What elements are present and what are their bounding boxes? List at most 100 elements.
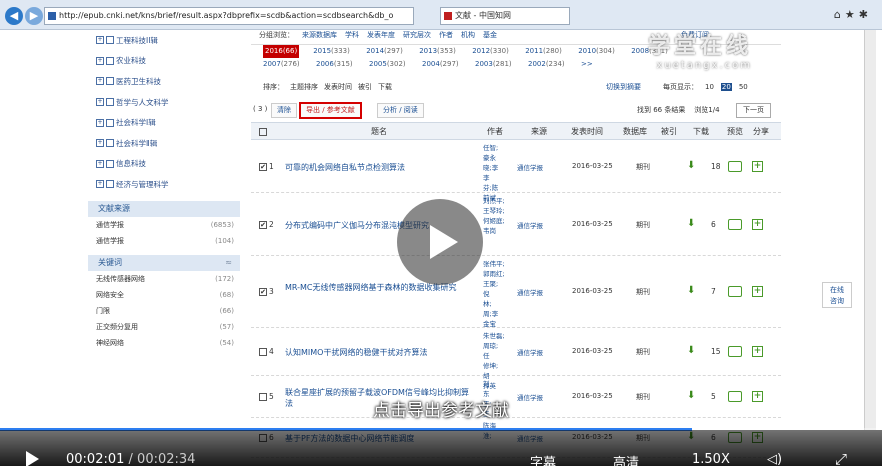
keyword-item[interactable]: 神经网络 (54) xyxy=(88,335,240,351)
expand-box-icon[interactable]: + xyxy=(96,56,104,65)
category-item[interactable]: + 经济与管理科学 xyxy=(88,174,240,195)
keyword-item[interactable]: 门限 (66) xyxy=(88,303,240,319)
filter-tab[interactable]: 学科 xyxy=(345,31,359,39)
row-checkbox[interactable]: ✔ xyxy=(259,163,267,171)
star-icon[interactable]: ★ xyxy=(845,8,859,21)
author-link[interactable]: 刘杰平; xyxy=(483,196,509,206)
year-link[interactable]: >> xyxy=(581,58,634,71)
fullscreen-icon[interactable]: ⤢ xyxy=(835,450,847,466)
year-link[interactable]: 2010(304) xyxy=(578,45,631,58)
source-link[interactable]: 通信学报 xyxy=(517,220,543,230)
play-overlay-button[interactable] xyxy=(397,199,483,285)
author-link[interactable]: 郭雨红; xyxy=(483,269,509,279)
author-link[interactable]: 倪 xyxy=(483,289,509,299)
filter-tab[interactable]: 研究层次 xyxy=(403,31,431,39)
quality-button[interactable]: 高清 xyxy=(613,452,639,466)
year-link[interactable]: 2004(297) xyxy=(422,58,475,71)
page-size-option[interactable]: 20 xyxy=(720,83,732,91)
year-link[interactable]: 2016(66) xyxy=(263,45,300,58)
col-title[interactable]: 题名 xyxy=(371,126,387,137)
expand-box-icon[interactable]: + xyxy=(96,36,104,45)
col-date[interactable]: 发表时间 xyxy=(571,126,603,137)
category-checkbox[interactable] xyxy=(106,56,114,65)
source-link[interactable]: 通信学报 xyxy=(517,347,543,357)
year-link[interactable]: 2006(315) xyxy=(316,58,369,71)
expand-box-icon[interactable]: + xyxy=(96,180,104,189)
expand-box-icon[interactable]: + xyxy=(96,98,104,107)
sources-panel-header[interactable]: 文献来源 xyxy=(88,200,240,217)
year-link[interactable]: 2011(280) xyxy=(525,45,578,58)
expand-box-icon[interactable]: + xyxy=(96,77,104,86)
keyword-item[interactable]: 正交频分复用 (57) xyxy=(88,319,240,335)
category-item[interactable]: + 农业科技 xyxy=(88,51,240,72)
category-item[interactable]: + 社会科学Ⅱ辑 xyxy=(88,133,240,154)
row-checkbox[interactable] xyxy=(259,348,267,356)
author-link[interactable]: 刘 xyxy=(483,379,509,389)
category-checkbox[interactable] xyxy=(106,180,114,189)
gear-icon[interactable]: ✱ xyxy=(859,8,872,21)
share-plus-icon[interactable]: + xyxy=(752,219,763,230)
category-checkbox[interactable] xyxy=(106,118,114,127)
download-icon[interactable]: ⬇ xyxy=(687,285,695,296)
expand-box-icon[interactable]: + xyxy=(96,118,104,127)
share-plus-icon[interactable]: + xyxy=(752,346,763,357)
filter-tab[interactable]: 机构 xyxy=(461,31,475,39)
author-link[interactable]: 芬;陈 xyxy=(483,183,509,193)
source-link[interactable]: 通信学报 xyxy=(517,162,543,172)
page-size-option[interactable]: 10 xyxy=(704,83,715,91)
filter-tab[interactable]: 来源数据库 xyxy=(302,31,337,39)
category-checkbox[interactable] xyxy=(106,98,114,107)
keyword-item[interactable]: 无线传感器网络 (172) xyxy=(88,271,240,287)
source-item[interactable]: 通信学报 (104) xyxy=(88,233,240,249)
preview-book-icon[interactable] xyxy=(728,286,742,297)
category-checkbox[interactable] xyxy=(106,36,114,45)
category-item[interactable]: + 工程科技II辑 xyxy=(88,30,240,51)
author-link[interactable]: 王琴玲; xyxy=(483,206,509,216)
share-plus-icon[interactable]: + xyxy=(752,286,763,297)
category-item[interactable]: + 哲学与人文科学 xyxy=(88,92,240,113)
keyword-item[interactable]: 网络安全 (68) xyxy=(88,287,240,303)
switch-summary-link[interactable]: 切换到摘要 xyxy=(606,83,641,91)
export-references-button[interactable]: 导出 / 参考文献 xyxy=(299,102,362,119)
back-icon[interactable]: ◀ xyxy=(5,7,23,25)
select-all-checkbox[interactable] xyxy=(259,128,267,136)
author-link[interactable]: 何姬庭; xyxy=(483,216,509,226)
source-item[interactable]: 通信学报 (6853) xyxy=(88,217,240,233)
year-link[interactable]: 2015(333) xyxy=(313,45,366,58)
forward-icon[interactable]: ▶ xyxy=(25,7,43,25)
volume-icon[interactable]: ◁) xyxy=(767,452,783,466)
expand-box-icon[interactable]: + xyxy=(96,139,104,148)
author-link[interactable]: 王聚; xyxy=(483,279,509,289)
share-plus-icon[interactable]: + xyxy=(752,161,763,172)
sort-option[interactable]: 主题排序 xyxy=(290,83,318,91)
author-link[interactable]: 任智; xyxy=(483,143,509,153)
sort-option[interactable]: 发表时间 xyxy=(324,83,352,91)
author-link[interactable]: 林; xyxy=(483,299,509,309)
col-download[interactable]: 下载 xyxy=(693,126,709,137)
sort-option[interactable]: 下载 xyxy=(378,83,392,91)
preview-book-icon[interactable] xyxy=(728,219,742,230)
download-icon[interactable]: ⬇ xyxy=(687,345,695,356)
year-link[interactable]: 2013(353) xyxy=(419,45,472,58)
author-link[interactable]: 朱世磊; xyxy=(483,331,509,341)
online-consult-button[interactable]: 在线 咨询 xyxy=(822,282,852,308)
browser-tab[interactable]: 文献 - 中国知网 xyxy=(440,7,570,25)
download-icon[interactable]: ⬇ xyxy=(687,160,695,171)
author-link[interactable]: 修坤; xyxy=(483,361,509,371)
sort-option[interactable]: 被引 xyxy=(358,83,372,91)
filter-tab[interactable]: 作者 xyxy=(439,31,453,39)
preview-book-icon[interactable] xyxy=(728,346,742,357)
page-scrollbar[interactable] xyxy=(864,30,876,430)
article-title-link[interactable]: 认知MIMO干扰网络的稳健干扰对齐算法 xyxy=(285,347,475,358)
author-link[interactable]: 周琼; xyxy=(483,341,509,351)
source-link[interactable]: 通信学报 xyxy=(517,287,543,297)
captions-button[interactable]: 字幕 xyxy=(530,452,556,466)
year-link[interactable]: 2007(276) xyxy=(263,58,316,71)
year-link[interactable]: 2002(234) xyxy=(528,58,581,71)
year-link[interactable]: 2003(281) xyxy=(475,58,528,71)
category-checkbox[interactable] xyxy=(106,159,114,168)
page-size-option[interactable]: 50 xyxy=(738,83,749,91)
author-link[interactable]: 任 xyxy=(483,351,509,361)
download-icon[interactable]: ⬇ xyxy=(687,218,695,229)
row-checkbox[interactable]: ✔ xyxy=(259,288,267,296)
